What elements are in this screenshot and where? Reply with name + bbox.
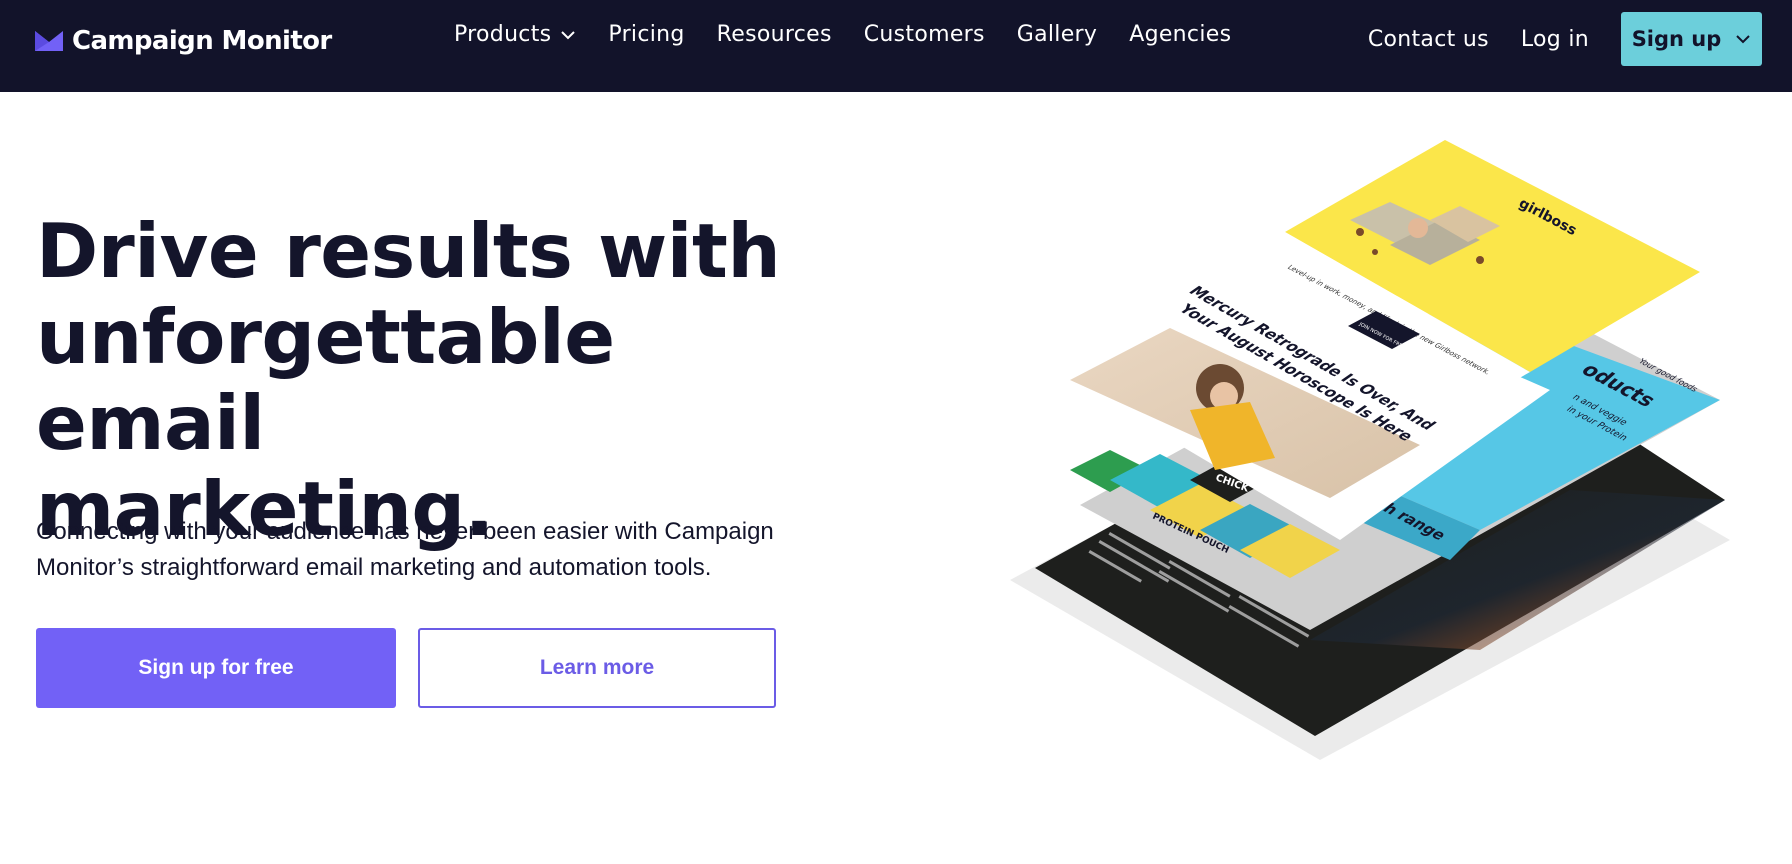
sign-up-button[interactable]: Sign up [1621, 12, 1762, 66]
main-nav-links: Products Pricing Resources Customers Gal… [454, 22, 1263, 47]
nav-customers[interactable]: Customers [864, 22, 985, 47]
logo-text: Campaign Monitor [72, 26, 332, 56]
hero-title: Drive results with unforgettable email m… [36, 208, 816, 552]
hero-subtitle: Connecting with your audience has never … [36, 514, 816, 586]
hero-subtitle-line-2: Monitor’s straightforward email marketin… [36, 554, 712, 581]
contact-us-link[interactable]: Contact us [1368, 27, 1489, 52]
chevron-down-icon [561, 30, 576, 39]
log-in-link[interactable]: Log in [1521, 27, 1589, 52]
nav-right-actions: Contact us Log in Sign up [1368, 12, 1762, 66]
sign-up-label: Sign up [1631, 27, 1722, 51]
chevron-down-icon [1736, 35, 1751, 44]
stacked-email-templates-image: oducts n and veggie in your Protein Your… [1010, 140, 1730, 760]
envelope-logo-icon [35, 31, 63, 51]
hero-title-line-1: Drive results with [36, 207, 781, 295]
learn-more-button[interactable]: Learn more [418, 628, 776, 708]
nav-resources[interactable]: Resources [717, 22, 832, 47]
nav-products-label: Products [454, 22, 552, 47]
nav-agencies[interactable]: Agencies [1129, 22, 1231, 47]
sign-up-for-free-button[interactable]: Sign up for free [36, 628, 396, 708]
top-navigation: Campaign Monitor Products Pricing Resour… [0, 0, 1792, 92]
hero-subtitle-line-1: Connecting with your audience has never … [36, 518, 774, 545]
hero-illustration: oducts n and veggie in your Protein Your… [1010, 140, 1770, 760]
nav-gallery[interactable]: Gallery [1017, 22, 1097, 47]
campaign-monitor-logo[interactable]: Campaign Monitor [35, 26, 332, 56]
nav-pricing[interactable]: Pricing [608, 22, 684, 47]
nav-products[interactable]: Products [454, 22, 576, 47]
hero-title-line-2: unforgettable email [36, 293, 615, 467]
